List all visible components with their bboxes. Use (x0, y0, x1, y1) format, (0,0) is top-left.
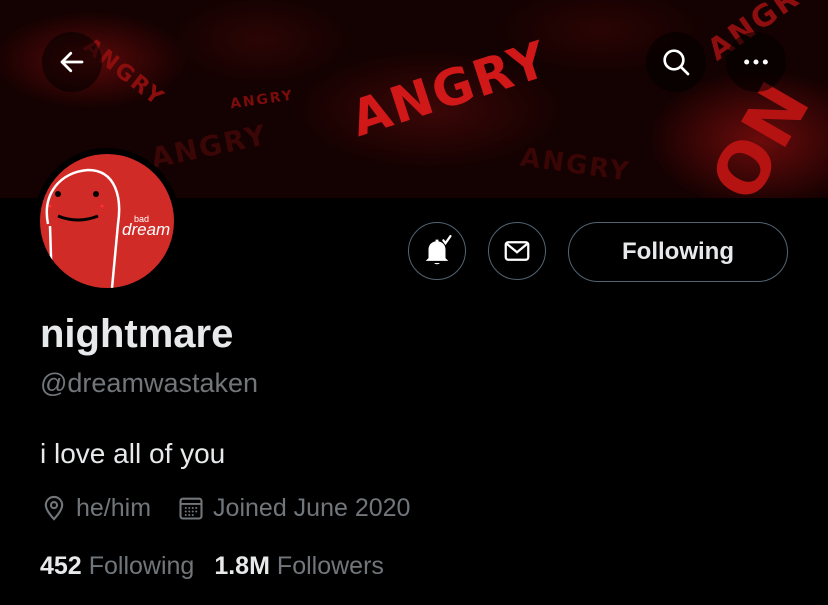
profile-avatar[interactable]: bad dream (34, 148, 180, 294)
calendar-icon (179, 497, 203, 520)
avatar-caption: dream (122, 220, 171, 239)
notifications-button[interactable] (408, 222, 466, 280)
avatar-image: bad dream (40, 154, 174, 288)
search-button[interactable] (646, 32, 706, 92)
location-item: he/him (40, 494, 151, 523)
joined-item: Joined June 2020 (177, 494, 410, 523)
profile-meta: he/him Joined June 2020 (40, 492, 410, 524)
profile-stats: 452 Following 1.8M Followers (40, 550, 384, 582)
followers-stat-link[interactable]: 1.8M Followers (214, 552, 384, 581)
arrow-left-icon (60, 51, 84, 73)
message-button[interactable] (488, 222, 546, 280)
search-icon (663, 49, 690, 76)
location-text: he/him (76, 493, 152, 522)
banner-text-main: ANGRY (344, 29, 556, 149)
more-horizontal-icon (744, 59, 768, 65)
following-label: Following (88, 551, 195, 580)
following-stat-link[interactable]: 452 Following (40, 552, 194, 581)
display-name: nightmare (40, 312, 234, 356)
banner-text-faint-2: ANGRY (518, 142, 633, 188)
envelope-icon (504, 241, 530, 261)
following-count: 452 (40, 551, 82, 580)
back-button[interactable] (42, 32, 102, 92)
joined-text: Joined June 2020 (213, 493, 411, 522)
following-button[interactable]: Following (568, 222, 788, 282)
followers-count: 1.8M (214, 551, 270, 580)
profile-bio: i love all of you (40, 438, 226, 469)
bell-notifications-on-icon (425, 234, 452, 265)
user-handle: @dreamwastaken (40, 368, 259, 398)
more-options-button[interactable] (726, 32, 786, 92)
location-pin-icon (44, 495, 64, 521)
followers-label: Followers (276, 551, 384, 580)
banner-text-small: ANGRY (229, 87, 296, 113)
